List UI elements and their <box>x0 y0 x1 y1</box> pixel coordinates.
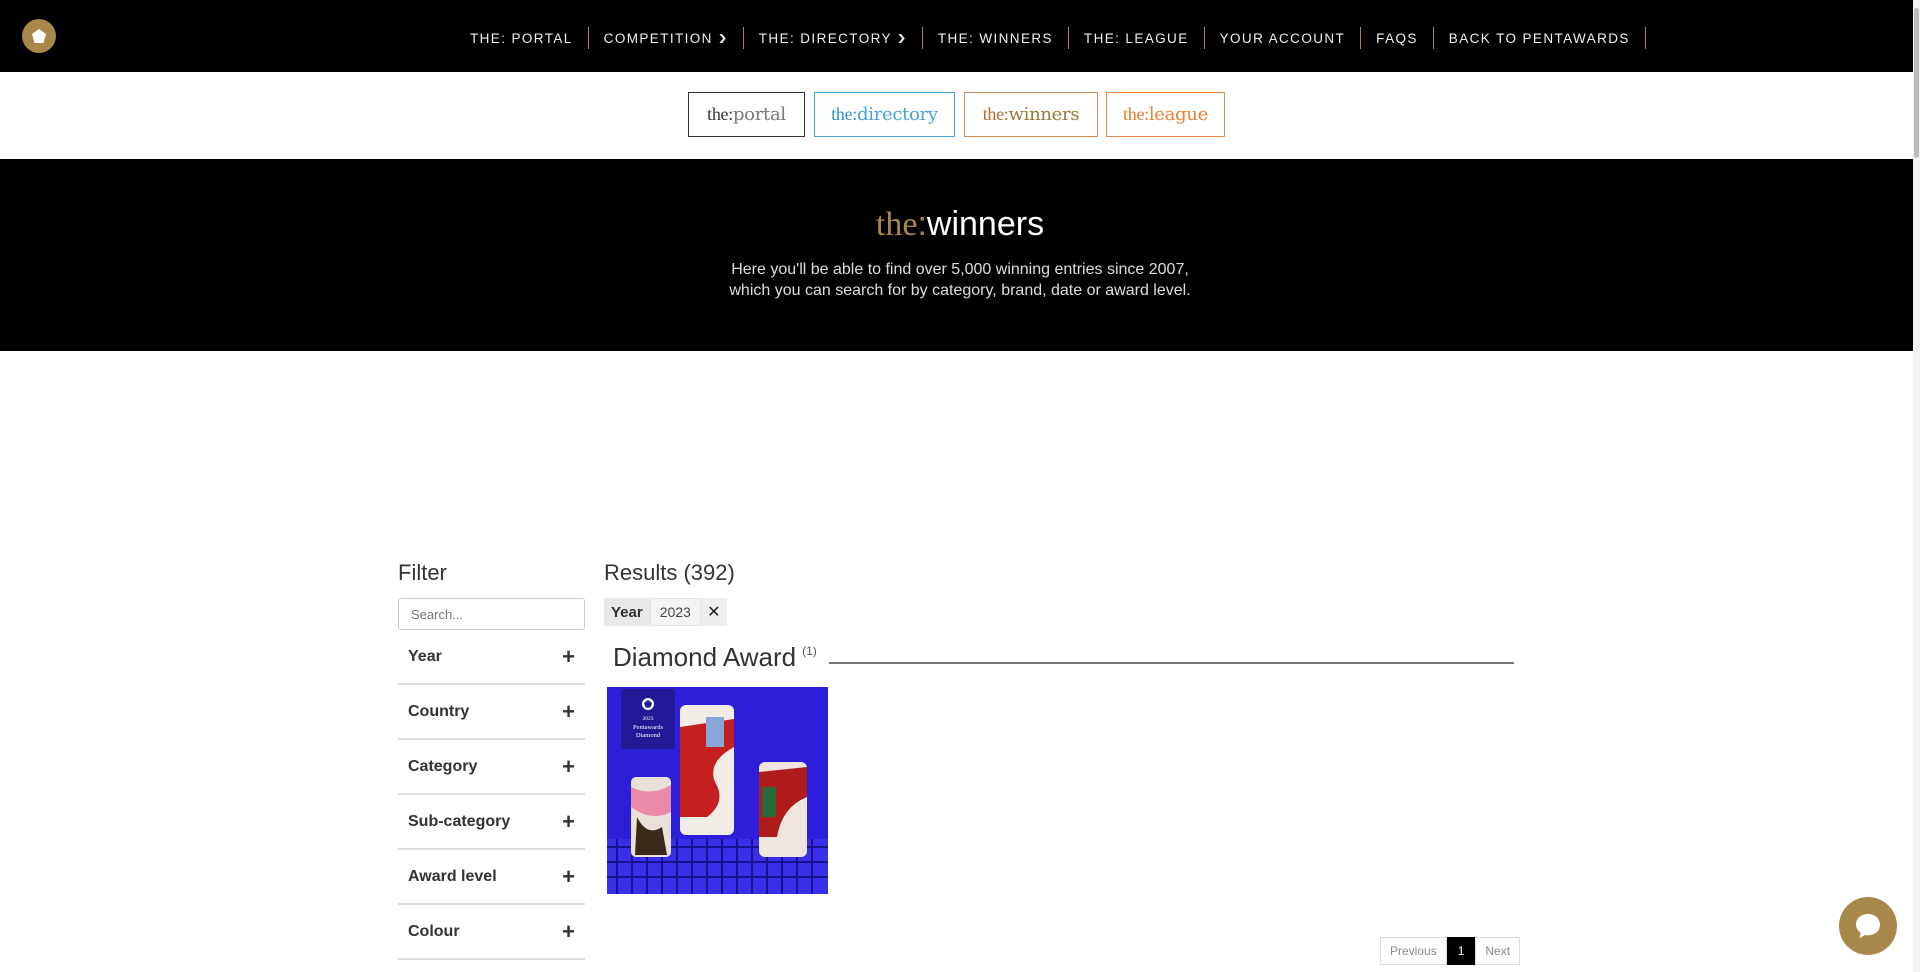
results-panel: Results (392) Year 2023 ✕ Diamond Award … <box>604 560 1514 894</box>
plus-icon: + <box>562 808 575 834</box>
nav-label: THE: DIRECTORY <box>758 30 892 46</box>
plus-icon: + <box>562 753 575 779</box>
facet-label: Category <box>408 757 478 775</box>
nav-item-competition[interactable]: COMPETITION ❯ <box>589 27 744 49</box>
chevron-down-icon: ❯ <box>717 32 730 43</box>
brand-name: winners <box>1008 104 1080 125</box>
facet-label: Country <box>408 702 470 720</box>
award-section-header: Diamond Award (1) <box>613 642 1514 673</box>
previous-page-button[interactable]: Previous <box>1380 937 1447 965</box>
facet-colour[interactable]: Colour + <box>398 905 585 960</box>
brand-bar: the: portal the: directory the: winners the… <box>0 72 1920 159</box>
pentagon-icon <box>32 29 46 43</box>
plus-icon: + <box>562 698 575 724</box>
hero-description-line: Here you'll be able to find over 5,000 w… <box>731 261 1189 278</box>
main-nav: THE: PORTAL COMPETITION ❯ THE: DIRECTORY ❯… <box>455 27 1646 49</box>
section-divider <box>828 662 1514 664</box>
nav-label: COMPETITION <box>603 30 713 46</box>
brand-prefix: the: <box>982 104 1009 124</box>
brand-name: league <box>1148 104 1208 125</box>
hero-description: Here you'll be able to find over 5,000 w… <box>0 259 1920 301</box>
filter-panel: Filter Year + Country + Category + Sub-cate… <box>398 560 585 960</box>
top-navbar: THE: PORTAL COMPETITION ❯ THE: DIRECTORY ❯… <box>0 0 1920 72</box>
chat-bubble-icon <box>1856 914 1880 938</box>
the-winners-button[interactable]: the: winners <box>964 92 1098 137</box>
facet-label: Year <box>408 647 442 665</box>
chevron-down-icon: ❯ <box>896 32 909 43</box>
badge-line: Diamond <box>636 732 661 739</box>
plus-icon: + <box>562 918 575 944</box>
winner-entry-card[interactable]: 2023 Pentawards Diamond <box>607 687 828 894</box>
the-portal-button[interactable]: the: portal <box>688 92 805 137</box>
remove-filter-icon[interactable]: ✕ <box>700 598 727 626</box>
nav-label: THE: WINNERS <box>937 30 1053 46</box>
section-title: Diamond Award <box>613 642 797 672</box>
facet-country[interactable]: Country + <box>398 685 585 740</box>
plus-icon: + <box>562 863 575 889</box>
title-main: winners <box>926 205 1045 243</box>
facet-category[interactable]: Category + <box>398 740 585 795</box>
title-colon: : <box>917 205 927 243</box>
the-directory-button[interactable]: the: directory <box>814 92 955 137</box>
scrollbar-thumb[interactable] <box>1914 8 1919 158</box>
section-count: (1) <box>802 644 817 658</box>
entry-thumbnail-image: 2023 Pentawards Diamond <box>607 687 828 894</box>
plus-icon: + <box>562 643 575 669</box>
nav-label: FAQS <box>1376 30 1418 46</box>
active-filter-chip: Year 2023 ✕ <box>604 598 1514 626</box>
facet-label: Award level <box>408 867 497 885</box>
nav-item-directory[interactable]: THE: DIRECTORY ❯ <box>744 27 923 49</box>
search-input[interactable] <box>398 598 585 630</box>
page-number-button[interactable]: 1 <box>1446 937 1476 965</box>
chip-value: 2023 <box>649 598 701 626</box>
results-title: Results (392) <box>604 560 735 585</box>
hero-banner: the:winners Here you'll be able to find … <box>0 159 1920 351</box>
badge-year: 2023 <box>643 716 654 722</box>
badge-line: Pentawards <box>633 724 663 731</box>
nav-item-account[interactable]: YOUR ACCOUNT <box>1205 27 1362 49</box>
facet-award-level[interactable]: Award level + <box>398 850 585 905</box>
pentawards-logo[interactable] <box>22 19 56 53</box>
title-prefix: the <box>875 206 918 243</box>
chat-widget-button[interactable] <box>1839 897 1897 955</box>
nav-item-back-to-pentawards[interactable]: BACK TO PENTAWARDS <box>1434 27 1646 49</box>
facet-year[interactable]: Year + <box>398 630 585 685</box>
nav-item-faqs[interactable]: FAQS <box>1361 27 1434 49</box>
nav-item-winners[interactable]: THE: WINNERS <box>923 27 1069 49</box>
nav-label: THE: PORTAL <box>470 30 573 46</box>
nav-item-league[interactable]: THE: LEAGUE <box>1069 27 1205 49</box>
chip-label: Year <box>604 598 650 626</box>
nav-label: BACK TO PENTAWARDS <box>1448 30 1630 46</box>
brand-prefix: the: <box>1123 104 1149 124</box>
facet-sub-category[interactable]: Sub-category + <box>398 795 585 850</box>
pagination: Previous 1 Next <box>1380 937 1521 965</box>
facet-label: Sub-category <box>408 812 511 830</box>
nav-label: THE: LEAGUE <box>1083 30 1189 46</box>
brand-prefix: the: <box>831 104 858 124</box>
nav-label: YOUR ACCOUNT <box>1219 30 1346 46</box>
page-title: the:winners <box>0 205 1920 244</box>
the-league-button[interactable]: the: league <box>1106 92 1225 137</box>
brand-prefix: the: <box>707 104 733 124</box>
facet-label: Colour <box>408 922 460 940</box>
brand-name: portal <box>732 104 786 125</box>
filter-title: Filter <box>398 560 447 585</box>
brand-name: directory <box>857 104 938 125</box>
next-page-button[interactable]: Next <box>1475 937 1521 965</box>
hero-description-line: which you can search for by category, br… <box>729 282 1191 299</box>
nav-item-portal[interactable]: THE: PORTAL <box>455 27 589 49</box>
